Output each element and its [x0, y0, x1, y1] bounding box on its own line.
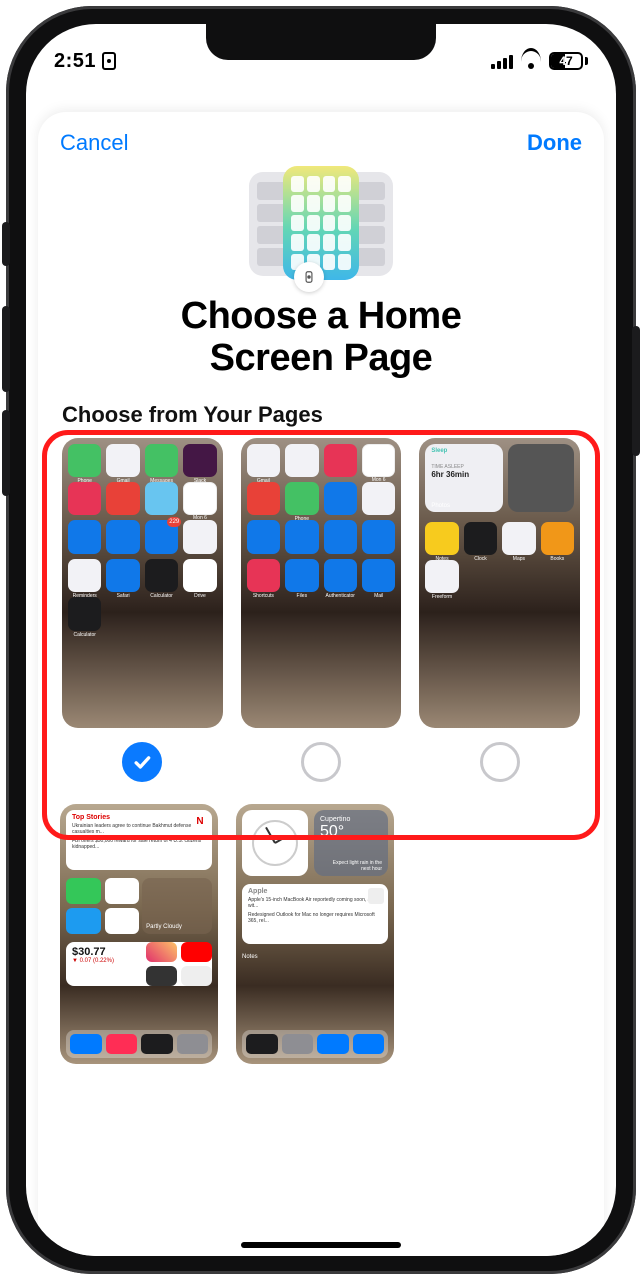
app-icon: [285, 520, 318, 553]
wifi-icon: [521, 53, 541, 69]
app-icon: Messages: [145, 444, 178, 477]
dock: [242, 1030, 388, 1058]
app-icon: Calculator: [145, 559, 178, 592]
app-icon: Files: [285, 559, 318, 592]
modal-sheet: Cancel Done Choose a Home Screen Page: [38, 112, 604, 1256]
app-icon: Calculator: [68, 597, 101, 630]
app-icon: Mail: [362, 559, 395, 592]
app-icon: [106, 482, 139, 515]
mute-switch: [2, 222, 10, 266]
app-icon: Phone: [68, 444, 101, 477]
suggested-row: Top Stories N Ukrainian leaders agree to…: [38, 782, 604, 1064]
app-icon: [324, 444, 357, 477]
battery-percent: 47: [559, 54, 572, 68]
focus-badge-icon: [294, 262, 324, 292]
sleep-widget: Sleep TIME ASLEEP 6hr 36min: [425, 444, 503, 512]
volume-up-button: [2, 306, 10, 392]
app-icon: Clock: [464, 522, 497, 555]
screen: 2:51 47 Cancel Done: [26, 24, 616, 1256]
app-icon: [183, 520, 216, 553]
app-icon: 229: [145, 520, 178, 553]
battery-indicator: 47: [549, 52, 588, 70]
hero-illustration: [241, 166, 401, 286]
home-indicator[interactable]: [241, 1242, 401, 1248]
app-icon: [105, 878, 140, 904]
page-thumb-3[interactable]: Sleep TIME ASLEEP 6hr 36min Photos Notes…: [419, 438, 580, 728]
section-choose-from-pages: Choose from Your Pages: [60, 390, 582, 438]
weather-widget: Partly Cloudy: [142, 878, 212, 934]
checkmark-icon: [132, 752, 152, 772]
app-icon: [247, 520, 280, 553]
app-icon: [68, 520, 101, 553]
app-icon: [362, 482, 395, 515]
app-icon: [285, 444, 318, 477]
app-icon: Reminders: [68, 559, 101, 592]
page-select-2[interactable]: [301, 742, 341, 782]
app-icon: [145, 482, 178, 515]
app-icon: [66, 908, 101, 934]
app-icon: [68, 482, 101, 515]
photos-widget: Photos: [508, 444, 574, 512]
focus-indicator-icon: [102, 52, 116, 70]
page-title: Choose a Home Screen Page: [62, 296, 580, 380]
page-thumb-5[interactable]: Cupertino 50° Expect light rain in the n…: [236, 804, 394, 1064]
cellular-icon: [491, 53, 513, 69]
app-icon: Mon 6: [362, 444, 395, 477]
app-icon: Notes: [425, 522, 458, 555]
app-icon: Freeform: [425, 560, 458, 593]
page-thumb-1[interactable]: PhoneGmailMessagesSlack Mon 6229 Reminders…: [62, 438, 223, 728]
app-icon: [247, 482, 280, 515]
app-icon: [105, 908, 140, 934]
volume-down-button: [2, 410, 10, 496]
app-icon: [66, 878, 101, 904]
app-icon: Phone: [285, 482, 318, 515]
app-icon: Safari: [106, 559, 139, 592]
app-icon: Shortcuts: [247, 559, 280, 592]
page-select-1[interactable]: [122, 742, 162, 782]
clock-widget: [242, 810, 308, 876]
pages-row: PhoneGmailMessagesSlackMon 6229Reminders…: [60, 438, 582, 782]
weather-widget-2: Cupertino 50° Expect light rain in the n…: [314, 810, 388, 876]
dock: [66, 1030, 212, 1058]
page-thumb-4[interactable]: Top Stories N Ukrainian leaders agree to…: [60, 804, 218, 1064]
app-icon: Gmail: [106, 444, 139, 477]
app-icon: Authenticator: [324, 559, 357, 592]
status-bar: 2:51 47: [26, 24, 616, 84]
device-frame: 2:51 47 Cancel Done: [6, 6, 636, 1274]
app-icon: Drive: [183, 559, 216, 592]
page-select-3[interactable]: [480, 742, 520, 782]
app-icon: [106, 520, 139, 553]
app-icon: Books: [541, 522, 574, 555]
app-icon: Maps: [502, 522, 535, 555]
status-time: 2:51: [54, 50, 96, 73]
done-button[interactable]: Done: [527, 130, 582, 156]
app-icon: Slack: [183, 444, 216, 477]
side-button: [632, 326, 640, 456]
app-icon: [324, 520, 357, 553]
app-icon: [362, 520, 395, 553]
cancel-button[interactable]: Cancel: [60, 130, 128, 156]
app-icon: Gmail: [247, 444, 280, 477]
app-icon: Mon 6: [183, 482, 216, 515]
news-widget-2: Apple Apple's 15-inch MacBook Air report…: [242, 884, 388, 944]
page-thumb-2[interactable]: Gmail Mon 6 Phone ShortcutsFilesAuthenticat…: [241, 438, 402, 728]
app-icon: [324, 482, 357, 515]
news-widget: Top Stories N Ukrainian leaders agree to…: [66, 810, 212, 870]
